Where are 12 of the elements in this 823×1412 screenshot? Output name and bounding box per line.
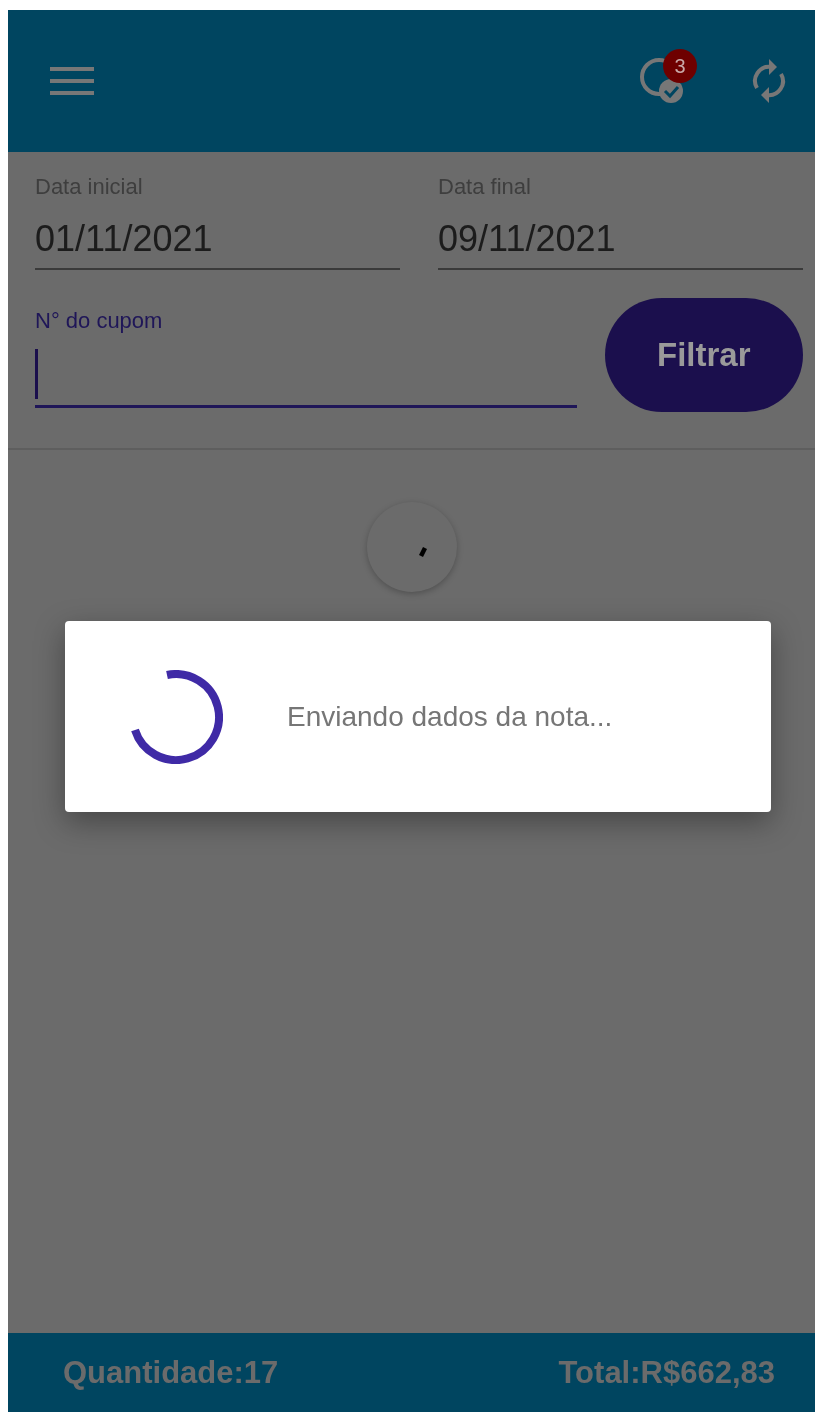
coupon-input-field[interactable] <box>35 350 577 408</box>
loading-message: Enviando dados da nota... <box>287 700 613 733</box>
loading-spinner-icon <box>129 669 223 764</box>
menu-icon <box>50 64 94 98</box>
date-field[interactable]: 01/11/2021 <box>35 204 400 270</box>
menu-button[interactable] <box>50 64 94 98</box>
total-label: Total:R$662,83 <box>558 1354 775 1391</box>
filter-button[interactable]: Filtrar <box>604 298 803 412</box>
notification-badge: 3 <box>663 49 697 83</box>
field-label: N° do cupom <box>35 308 164 335</box>
quantity-label: Quantidade:17 <box>63 1354 279 1391</box>
date-field[interactable]: 09/11/2021 <box>438 204 803 270</box>
